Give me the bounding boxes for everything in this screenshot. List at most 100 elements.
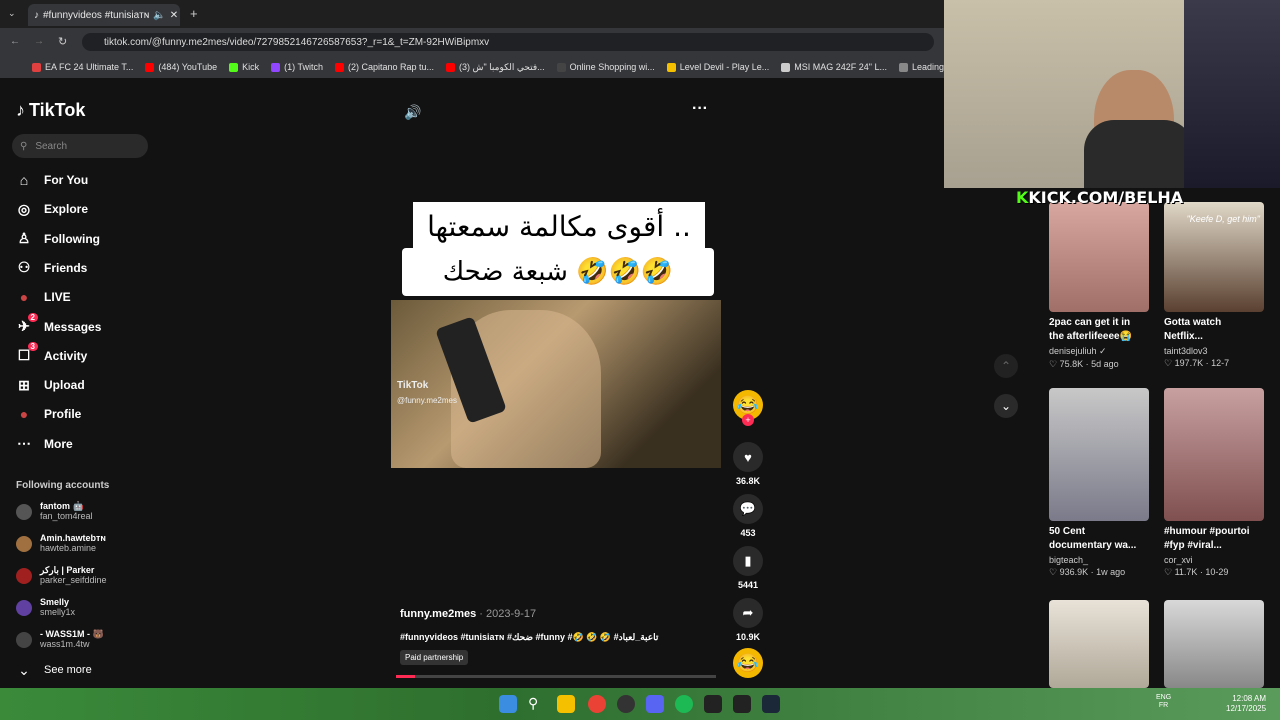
share-button[interactable]: ➦ 10.9K xyxy=(732,598,764,642)
bookmark-item[interactable]: EA FC 24 Ultimate T... xyxy=(32,62,133,72)
video-card-stats: ♡ 197.7K · 12-7 xyxy=(1164,358,1230,368)
next-video-button[interactable]: ⌄ xyxy=(994,394,1018,418)
webcam-overlay xyxy=(944,0,1280,188)
volume-icon[interactable]: 🔊 xyxy=(404,104,421,121)
tiktok-logo[interactable]: ♪ TikTok xyxy=(16,100,85,121)
bookmark-item[interactable]: Leading Digital Stor... xyxy=(899,62,944,72)
creator-avatar[interactable]: 😂 + xyxy=(732,390,764,426)
following-account[interactable]: - WASS1M - 🐻 wass1m.4tw xyxy=(16,625,156,655)
video-card-title[interactable]: 2pac can get it in the afterlifeeee😭 xyxy=(1049,316,1145,344)
bookmark-item[interactable]: Kick xyxy=(229,62,259,72)
like-button[interactable]: ♥ 36.8K xyxy=(732,442,764,486)
chevron-up-icon: ⌃ xyxy=(1000,359,1012,373)
video-card-thumbnail[interactable] xyxy=(1049,600,1149,688)
bookmark-item[interactable]: (3) فتحي الكومبا "ش... xyxy=(446,62,545,73)
sidebar-item-live[interactable]: ● LIVE xyxy=(16,285,156,309)
mute-tab-icon[interactable]: 🔈 xyxy=(153,10,165,21)
see-more-button[interactable]: ⌄ See more xyxy=(16,658,156,682)
comment-button[interactable]: 💬 453 xyxy=(732,494,764,538)
video-player[interactable]: TikTok @funny.me2mes xyxy=(391,300,721,468)
more-options-icon[interactable]: ··· xyxy=(692,100,708,118)
obs-icon[interactable] xyxy=(617,695,635,713)
language-indicator[interactable]: ENG FR xyxy=(1156,694,1171,711)
file-explorer-icon[interactable] xyxy=(557,695,575,713)
sidebar-item-following[interactable]: ♙ Following xyxy=(16,227,156,251)
video-card[interactable]: "Keefe D, get him" Gotta watch Netflix...… xyxy=(1164,202,1264,369)
bookmark-item[interactable]: Level Devil - Play Le... xyxy=(666,62,770,72)
sidebar-item-label: Upload xyxy=(44,378,85,393)
close-tab-icon[interactable]: ✕ xyxy=(170,10,178,21)
video-card[interactable]: 2pac can get it in the afterlifeeee😭 deni… xyxy=(1049,202,1149,370)
avatar xyxy=(16,536,32,552)
following-account[interactable]: fantom 🤖 fan_tom4real xyxy=(16,497,156,527)
video-card[interactable]: 50 Cent documentary wa... bigteach_ ♡ 936.… xyxy=(1049,388,1149,578)
start-icon[interactable] xyxy=(499,695,517,713)
chevron-down-icon: ⌄ xyxy=(1000,399,1012,413)
chrome-icon[interactable] xyxy=(588,695,606,713)
forward-icon[interactable]: → xyxy=(34,36,44,47)
save-button[interactable]: ▮ 5441 xyxy=(732,546,764,590)
url-field[interactable]: tiktok.com/@funny.me2mes/video/727985214… xyxy=(82,33,934,51)
video-card-title[interactable]: Gotta watch Netflix... xyxy=(1164,316,1260,344)
clock[interactable]: 12:08 AM 12/17/2025 xyxy=(1226,694,1266,713)
taskbar-search-icon[interactable]: ⚲ xyxy=(528,695,546,713)
account-username: wass1m.4tw xyxy=(40,639,90,649)
video-progress-bar[interactable] xyxy=(396,675,716,678)
sidebar-item-activity[interactable]: ☐ 3 Activity xyxy=(16,341,156,368)
video-card-thumbnail[interactable]: "Keefe D, get him" xyxy=(1164,202,1264,312)
video-card-title[interactable]: 50 Cent documentary wa... xyxy=(1049,525,1145,553)
sidebar-item-more[interactable]: ⋯ More xyxy=(16,432,156,456)
sidebar-item-messages[interactable]: ✈ 2 Messages xyxy=(16,312,156,339)
follow-plus-icon[interactable]: + xyxy=(742,414,754,426)
video-card-thumbnail[interactable] xyxy=(1164,600,1264,688)
prev-video-button[interactable]: ⌃ xyxy=(994,354,1018,378)
upload-icon: ⊞ xyxy=(18,376,30,393)
following-account[interactable]: Amin.hawtebᴛɴ hawteb.amine xyxy=(16,529,156,559)
sidebar-item-explore[interactable]: ◎ Explore xyxy=(16,197,156,221)
back-icon[interactable]: ← xyxy=(10,36,20,47)
new-tab-icon[interactable]: + xyxy=(190,6,198,21)
sidebar-item-upload[interactable]: ⊞ Upload xyxy=(16,373,156,397)
reload-icon[interactable]: ↻ xyxy=(58,35,67,48)
app-icon[interactable] xyxy=(704,695,722,713)
search-input[interactable]: ⚲ Search xyxy=(12,134,148,158)
browser-tab[interactable]: ♪ #funnyvideos #tunisiaᴛɴ 🔈 ✕ xyxy=(28,4,180,26)
bookmark-item[interactable]: (1) Twitch xyxy=(271,62,323,72)
tab-list-icon[interactable]: ⌄ xyxy=(8,8,16,19)
app-icon-2[interactable] xyxy=(733,695,751,713)
discord-icon[interactable] xyxy=(646,695,664,713)
video-card-thumbnail[interactable] xyxy=(1049,202,1149,312)
sidebar-item-profile[interactable]: ● Profile xyxy=(16,402,156,426)
lang-secondary: FR xyxy=(1158,702,1169,710)
video-card-author[interactable]: cor_xvi xyxy=(1164,555,1264,565)
video-card-thumbnail[interactable] xyxy=(1164,388,1264,521)
tab-bar: ⌄ ♪ #funnyvideos #tunisiaᴛɴ 🔈 ✕ + xyxy=(0,0,944,28)
avatar xyxy=(16,600,32,616)
sidebar-item-for-you[interactable]: ⌂ For You xyxy=(16,168,156,192)
sidebar-item-friends[interactable]: ⚇ Friends xyxy=(16,256,156,280)
bookmark-item[interactable]: MSI MAG 242F 24" L... xyxy=(781,62,887,72)
bookmark-item[interactable]: (484) YouTube xyxy=(145,62,217,72)
video-hashtags[interactable]: #funnyvideos #tunisiaᴛɴ #ضحك #funny #🤣 🤣… xyxy=(400,632,658,643)
bookmark-label: Level Devil - Play Le... xyxy=(679,62,770,72)
video-card-author[interactable]: denisejuliuh ✓ xyxy=(1049,346,1149,357)
bookmark-item[interactable]: Online Shopping wi... xyxy=(556,62,655,72)
avatar xyxy=(16,632,32,648)
steam-icon[interactable] xyxy=(762,695,780,713)
spotify-icon[interactable] xyxy=(675,695,693,713)
video-card-author[interactable]: bigteach_ xyxy=(1049,555,1149,565)
video-card-stats: ♡ 11.7K · 10-29 xyxy=(1164,567,1229,577)
following-account[interactable]: باركر | Parker parker_seifddine xyxy=(16,561,156,591)
video-card-thumbnail[interactable] xyxy=(1049,388,1149,521)
video-card-author[interactable]: taint3dlov3 xyxy=(1164,346,1264,356)
bookmarks-bar: EA FC 24 Ultimate T... (484) YouTube Kick (… xyxy=(0,56,944,78)
sidebar-item-label: LIVE xyxy=(44,290,71,305)
video-card-stats: ♡ 75.8K · 5d ago xyxy=(1049,359,1119,369)
activity-icon: ☐ 3 xyxy=(16,341,38,364)
bookmark-item[interactable]: (2) Capitano Rap tu... xyxy=(334,62,434,72)
video-card-title[interactable]: #humour #pourtoi #fyp #viral... xyxy=(1164,525,1260,553)
video-author[interactable]: funny.me2mes · 2023-9-17 xyxy=(400,608,536,620)
following-account[interactable]: Smelly smelly1x xyxy=(16,593,156,623)
sound-disc[interactable]: 😂 xyxy=(732,648,764,678)
video-card[interactable]: #humour #pourtoi #fyp #viral... cor_xvi ♡ … xyxy=(1164,388,1264,578)
